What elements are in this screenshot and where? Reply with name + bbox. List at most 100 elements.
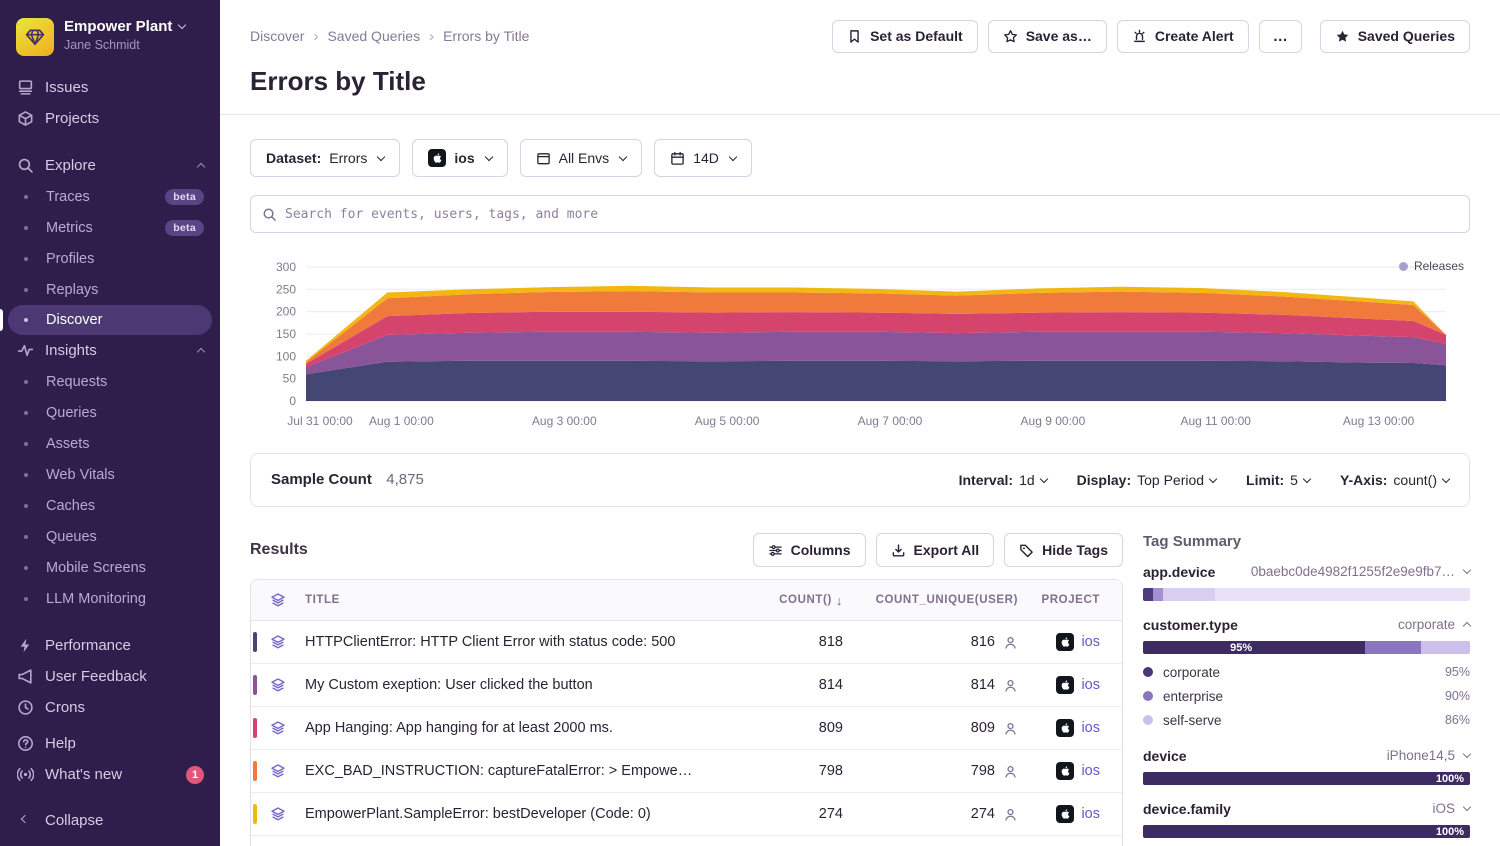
- set-as-default-button[interactable]: Set as Default: [832, 20, 978, 53]
- bar-percentage-label: 95%: [1230, 642, 1252, 654]
- sidebar-item-label: Explore: [45, 157, 96, 174]
- tag-name: device: [1143, 748, 1187, 764]
- export-all-button[interactable]: Export All: [876, 533, 995, 567]
- column-title[interactable]: TITLE: [305, 594, 703, 606]
- project-link[interactable]: ios: [1081, 634, 1100, 650]
- interval-selector[interactable]: Interval: 1d: [959, 472, 1047, 488]
- events-chart[interactable]: Releases 050100150200250300Jul 31 00:00A…: [250, 249, 1470, 445]
- error-title-link[interactable]: EXC_BAD_INSTRUCTION: captureFatalError: …: [305, 763, 703, 779]
- column-count[interactable]: COUNT()↓: [703, 593, 843, 608]
- search-input[interactable]: [285, 207, 1458, 222]
- tag-toggle[interactable]: device iPhone14,5: [1143, 746, 1470, 765]
- count-unique-value: 274: [971, 806, 995, 822]
- date-range-selector[interactable]: 14D: [654, 139, 752, 177]
- org-name: Empower Plant: [64, 18, 172, 35]
- count-value: 818: [703, 634, 843, 650]
- hide-tags-button[interactable]: Hide Tags: [1004, 533, 1123, 567]
- display-selector[interactable]: Display: Top Period: [1077, 472, 1216, 488]
- table-row[interactable]: My Custom exeption: User clicked the but…: [251, 664, 1122, 707]
- sidebar-item-profiles[interactable]: Profiles: [0, 243, 220, 274]
- sidebar-item-projects[interactable]: Projects: [0, 103, 220, 134]
- project-link[interactable]: ios: [1081, 763, 1100, 779]
- column-count-unique[interactable]: COUNT_UNIQUE(USER): [843, 594, 1018, 606]
- button-label: Export All: [914, 542, 980, 558]
- apple-icon: [428, 149, 446, 167]
- sidebar-item-requests[interactable]: Requests: [0, 366, 220, 397]
- sidebar-collapse-button[interactable]: Collapse: [0, 805, 220, 836]
- columns-button[interactable]: Columns: [753, 533, 866, 567]
- table-row[interactable]: HTTPClientError: HTTP Client Error with …: [251, 621, 1122, 664]
- sidebar-item-replays[interactable]: Replays: [0, 274, 220, 305]
- yaxis-selector[interactable]: Y-Axis: count(): [1340, 472, 1449, 488]
- table-row[interactable]: EmpowerPlant.SampleError: happyCustomer …: [251, 836, 1122, 846]
- whats-new-badge: 1: [186, 766, 204, 784]
- sidebar-item-metrics[interactable]: Metrics beta: [0, 212, 220, 243]
- tag-value-row[interactable]: corporate 95%: [1143, 660, 1470, 684]
- sidebar-item-explore[interactable]: Explore: [0, 150, 220, 181]
- sidebar-item-issues[interactable]: Issues: [0, 72, 220, 103]
- sidebar-item-assets[interactable]: Assets: [0, 428, 220, 459]
- tag-toggle[interactable]: app.device 0baebc0de4982f1255f2e9e9fb7…: [1143, 562, 1470, 581]
- tag-name: app.device: [1143, 564, 1215, 580]
- breadcrumb-saved-queries[interactable]: Saved Queries: [327, 28, 420, 44]
- error-title-link[interactable]: HTTPClientError: HTTP Client Error with …: [305, 634, 703, 650]
- dataset-selector[interactable]: Dataset: Errors: [250, 139, 400, 177]
- error-title-link[interactable]: App Hanging: App hanging for at least 20…: [305, 720, 703, 736]
- sidebar-item-performance[interactable]: Performance: [0, 630, 220, 661]
- chevron-down-icon: [729, 152, 737, 160]
- search-icon: [262, 207, 277, 222]
- count-unique-value: 814: [971, 677, 995, 693]
- tag-name: device.family: [1143, 801, 1231, 817]
- sidebar-item-web-vitals[interactable]: Web Vitals: [0, 459, 220, 490]
- environment-value: All Envs: [559, 150, 610, 166]
- table-row[interactable]: App Hanging: App hanging for at least 20…: [251, 707, 1122, 750]
- sidebar-item-queues[interactable]: Queues: [0, 521, 220, 552]
- sidebar-item-discover[interactable]: Discover: [8, 305, 212, 335]
- sidebar-item-traces[interactable]: Traces beta: [0, 181, 220, 212]
- project-link[interactable]: ios: [1081, 677, 1100, 693]
- limit-selector[interactable]: Limit: 5: [1246, 472, 1310, 488]
- breadcrumb-separator: ›: [313, 28, 318, 45]
- breadcrumb-separator: ›: [429, 28, 434, 45]
- svg-text:Aug 1 00:00: Aug 1 00:00: [369, 414, 434, 428]
- tag-value-row[interactable]: self-serve 86%: [1143, 708, 1470, 732]
- column-project[interactable]: PROJECT: [1018, 594, 1122, 606]
- sidebar-item-crons[interactable]: Crons: [0, 692, 220, 723]
- org-switcher[interactable]: Empower Plant Jane Schmidt: [0, 12, 220, 72]
- breadcrumb-discover[interactable]: Discover: [250, 28, 304, 44]
- sidebar-item-label: Caches: [46, 498, 95, 514]
- tag-toggle[interactable]: customer.type corporate: [1143, 615, 1470, 634]
- sidebar-item-help[interactable]: Help: [0, 728, 220, 759]
- saved-queries-button[interactable]: Saved Queries: [1320, 20, 1470, 53]
- tag-toggle[interactable]: device.family iOS: [1143, 799, 1470, 818]
- sidebar-item-mobile-screens[interactable]: Mobile Screens: [0, 552, 220, 583]
- create-alert-button[interactable]: Create Alert: [1117, 20, 1249, 53]
- series-color-bar: [253, 675, 257, 695]
- chart-legend[interactable]: Releases: [1399, 259, 1464, 273]
- tag-value-row[interactable]: enterprise 90%: [1143, 684, 1470, 708]
- table-row[interactable]: EmpowerPlant.SampleError: bestDeveloper …: [251, 793, 1122, 836]
- project-selector[interactable]: ios: [412, 139, 507, 177]
- sidebar-item-label: Requests: [46, 374, 107, 390]
- sidebar-item-insights[interactable]: Insights: [0, 335, 220, 366]
- sidebar-item-user-feedback[interactable]: User Feedback: [0, 661, 220, 692]
- save-as-button[interactable]: Save as…: [988, 20, 1107, 53]
- chevron-up-icon: [198, 342, 204, 359]
- sidebar-item-label: What's new: [45, 766, 122, 783]
- bullet-icon: [17, 473, 35, 477]
- project-link[interactable]: ios: [1081, 720, 1100, 736]
- environment-selector[interactable]: All Envs: [520, 139, 643, 177]
- sidebar-item-queries[interactable]: Queries: [0, 397, 220, 428]
- sidebar-item-llm-monitoring[interactable]: LLM Monitoring: [0, 583, 220, 614]
- sidebar-item-whats-new[interactable]: What's new 1: [0, 759, 220, 790]
- error-title-link[interactable]: EmpowerPlant.SampleError: bestDeveloper …: [305, 806, 703, 822]
- project-link[interactable]: ios: [1081, 806, 1100, 822]
- error-title-link[interactable]: My Custom exeption: User clicked the but…: [305, 677, 703, 693]
- sidebar-item-label: Web Vitals: [46, 467, 115, 483]
- sidebar-item-caches[interactable]: Caches: [0, 490, 220, 521]
- svg-text:Aug 3 00:00: Aug 3 00:00: [532, 414, 597, 428]
- chevron-down-icon: [1463, 750, 1471, 758]
- limit-label: Limit:: [1246, 472, 1284, 488]
- table-row[interactable]: EXC_BAD_INSTRUCTION: captureFatalError: …: [251, 750, 1122, 793]
- more-actions-button[interactable]: …: [1259, 20, 1302, 53]
